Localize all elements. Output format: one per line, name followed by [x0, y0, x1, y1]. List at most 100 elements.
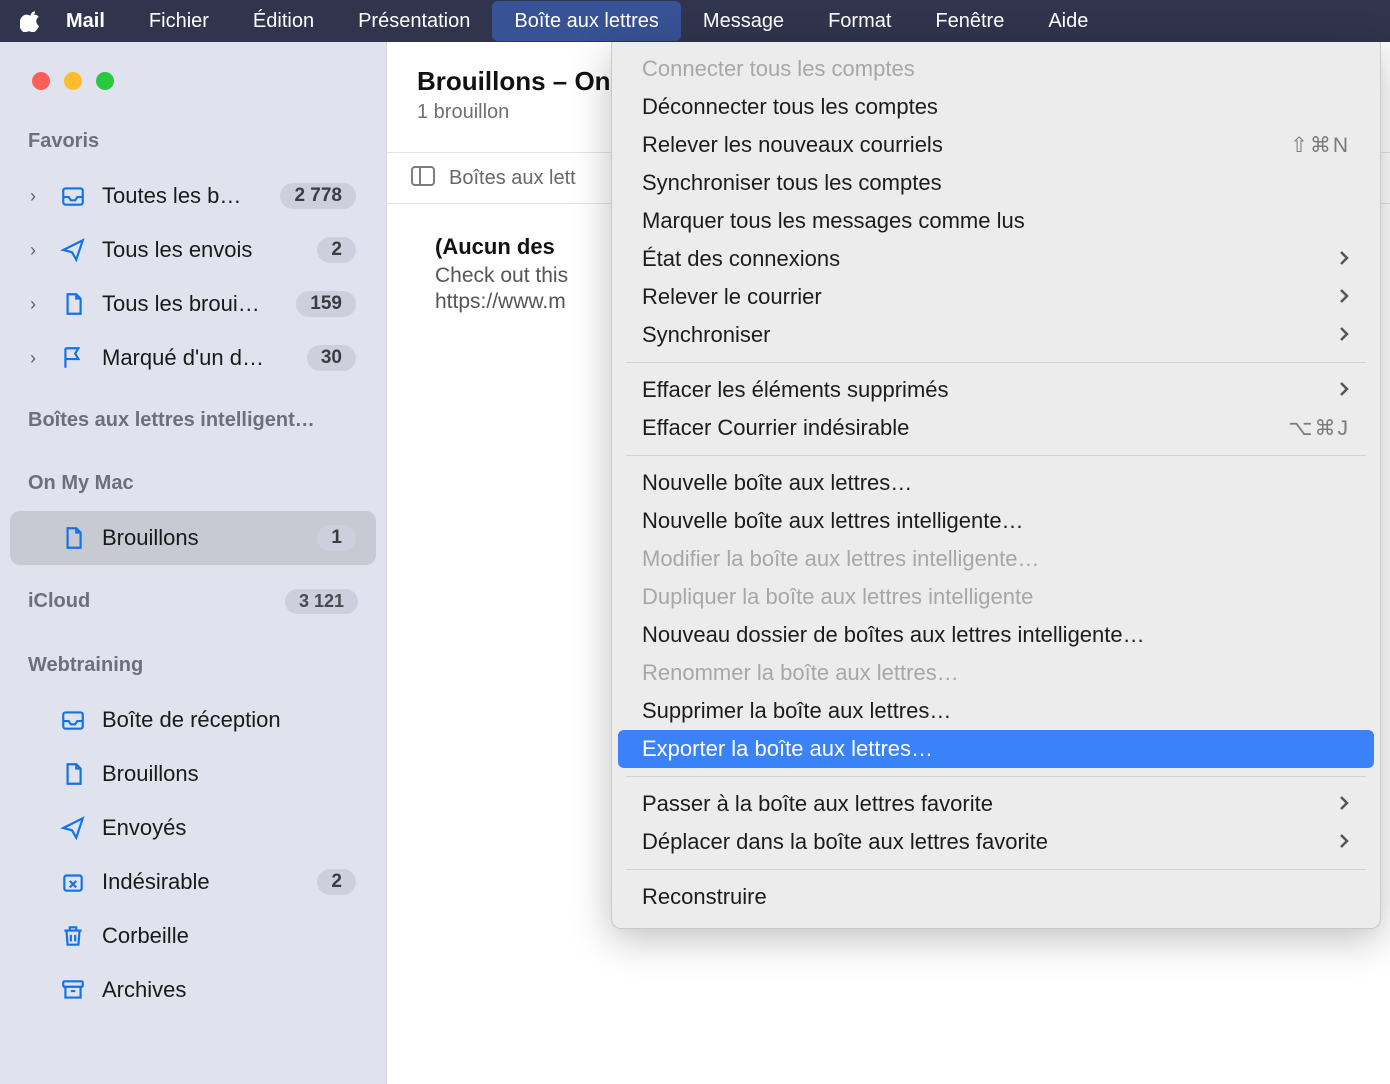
menu-separator — [626, 869, 1366, 870]
menu-separator — [626, 362, 1366, 363]
sidebar-item-label: Indésirable — [102, 869, 303, 895]
menu-item[interactable]: Effacer les éléments supprimés — [618, 371, 1374, 409]
menu-item[interactable]: État des connexions — [618, 240, 1374, 278]
sidebar-item-trash[interactable]: Corbeille — [10, 909, 376, 963]
menu-separator — [626, 776, 1366, 777]
window-controls — [0, 72, 386, 130]
menu-item-label: Passer à la boîte aux lettres favorite — [642, 791, 993, 817]
menu-item: Modifier la boîte aux lettres intelligen… — [618, 540, 1374, 578]
menu-item[interactable]: Relever le courrier — [618, 278, 1374, 316]
menu-item-label: Synchroniser tous les comptes — [642, 170, 942, 196]
chevron-right-icon: › — [30, 240, 44, 261]
menu-boite-aux-lettres[interactable]: Boîte aux lettres — [492, 1, 681, 41]
draft-icon — [58, 291, 88, 317]
menu-item[interactable]: Nouvelle boîte aux lettres… — [618, 464, 1374, 502]
menu-item-label: Déconnecter tous les comptes — [642, 94, 938, 120]
mailbox-menu-dropdown: Connecter tous les comptes Déconnecter to… — [611, 42, 1381, 929]
chevron-right-icon — [1338, 829, 1350, 855]
menu-item[interactable]: Supprimer la boîte aux lettres… — [618, 692, 1374, 730]
sent-icon — [58, 237, 88, 263]
menu-item-label: Modifier la boîte aux lettres intelligen… — [642, 546, 1039, 572]
favorites-header: Favoris — [0, 130, 386, 169]
menu-item-label: Effacer Courrier indésirable — [642, 415, 909, 441]
draft-icon — [58, 525, 88, 551]
menu-message[interactable]: Message — [681, 1, 806, 41]
chevron-right-icon — [1338, 377, 1350, 403]
menu-item[interactable]: Nouvelle boîte aux lettres intelligente… — [618, 502, 1374, 540]
chevron-right-icon — [1338, 791, 1350, 817]
sidebar-item-flagged[interactable]: › Marqué d'un d… 30 — [10, 331, 376, 385]
menu-presentation[interactable]: Présentation — [336, 1, 492, 41]
inbox-icon — [58, 707, 88, 733]
sidebar-toggle-icon[interactable] — [411, 166, 435, 191]
count-badge: 3 121 — [285, 589, 358, 614]
chevron-right-icon: › — [30, 348, 44, 369]
sidebar-item-inbox[interactable]: Boîte de réception — [10, 693, 376, 747]
menu-item[interactable]: Déplacer dans la boîte aux lettres favor… — [618, 823, 1374, 861]
sidebar-item-label: Envoyés — [102, 815, 356, 841]
menu-aide[interactable]: Aide — [1026, 1, 1110, 41]
menu-item[interactable]: Relever les nouveaux courriels⇧⌘N — [618, 126, 1374, 164]
menu-item: Dupliquer la boîte aux lettres intellige… — [618, 578, 1374, 616]
menu-item-label: Relever les nouveaux courriels — [642, 132, 943, 158]
menu-item[interactable]: Exporter la boîte aux lettres… — [618, 730, 1374, 768]
chevron-right-icon — [1338, 246, 1350, 272]
menu-item-label: Connecter tous les comptes — [642, 56, 915, 82]
chevron-right-icon: › — [30, 294, 44, 315]
icloud-label: iCloud — [28, 590, 90, 613]
chevron-right-icon — [1338, 322, 1350, 348]
menu-item: Connecter tous les comptes — [618, 50, 1374, 88]
menu-item[interactable]: Synchroniser — [618, 316, 1374, 354]
sidebar-item-label: Tous les broui… — [102, 291, 282, 317]
menu-fenetre[interactable]: Fenêtre — [913, 1, 1026, 41]
sidebar: Favoris › Toutes les b… 2 778 › Tous les… — [0, 42, 386, 1084]
sidebar-item-archive[interactable]: Archives — [10, 963, 376, 1017]
sidebar-item-drafts-local[interactable]: Brouillons 1 — [10, 511, 376, 565]
menu-item[interactable]: Marquer tous les messages comme lus — [618, 202, 1374, 240]
menu-item-label: Nouveau dossier de boîtes aux lettres in… — [642, 622, 1145, 648]
count-badge: 2 — [317, 237, 356, 263]
chevron-right-icon: › — [30, 186, 44, 207]
smart-mailboxes-header: Boîtes aux lettres intelligent… — [0, 409, 386, 448]
menu-item[interactable]: Synchroniser tous les comptes — [618, 164, 1374, 202]
menu-item-label: Exporter la boîte aux lettres… — [642, 736, 933, 762]
menu-item-label: Déplacer dans la boîte aux lettres favor… — [642, 829, 1048, 855]
menu-item[interactable]: Reconstruire — [618, 878, 1374, 916]
menu-item-label: Renommer la boîte aux lettres… — [642, 660, 959, 686]
sidebar-item-sent[interactable]: Envoyés — [10, 801, 376, 855]
menu-edition[interactable]: Édition — [231, 1, 336, 41]
menu-app[interactable]: Mail — [66, 1, 127, 41]
sidebar-item-label: Brouillons — [102, 525, 303, 551]
webtraining-header: Webtraining — [0, 654, 386, 693]
sidebar-item-junk[interactable]: Indésirable 2 — [10, 855, 376, 909]
apple-logo-icon[interactable] — [20, 10, 42, 32]
menu-item: Renommer la boîte aux lettres… — [618, 654, 1374, 692]
menu-item-label: Relever le courrier — [642, 284, 822, 310]
menu-format[interactable]: Format — [806, 1, 913, 41]
close-window-icon[interactable] — [32, 72, 50, 90]
menubar: Mail Fichier Édition Présentation Boîte … — [0, 0, 1390, 42]
menu-item[interactable]: Nouveau dossier de boîtes aux lettres in… — [618, 616, 1374, 654]
sidebar-item-drafts[interactable]: Brouillons — [10, 747, 376, 801]
sidebar-item-label: Marqué d'un d… — [102, 345, 293, 371]
menu-item[interactable]: Effacer Courrier indésirable⌥⌘J — [618, 409, 1374, 447]
menu-separator — [626, 455, 1366, 456]
onmymac-header: On My Mac — [0, 472, 386, 511]
sent-icon — [58, 815, 88, 841]
sidebar-item-all-inboxes[interactable]: › Toutes les b… 2 778 — [10, 169, 376, 223]
count-badge: 30 — [307, 345, 356, 371]
fullscreen-window-icon[interactable] — [96, 72, 114, 90]
count-badge: 1 — [317, 525, 356, 551]
menu-item[interactable]: Déconnecter tous les comptes — [618, 88, 1374, 126]
sidebar-item-label: Tous les envois — [102, 237, 303, 263]
sidebar-item-all-sent[interactable]: › Tous les envois 2 — [10, 223, 376, 277]
chevron-right-icon — [1338, 284, 1350, 310]
trash-icon — [58, 923, 88, 949]
sidebar-item-all-drafts[interactable]: › Tous les broui… 159 — [10, 277, 376, 331]
icloud-header[interactable]: iCloud 3 121 — [0, 589, 386, 630]
minimize-window-icon[interactable] — [64, 72, 82, 90]
breadcrumb-text: Boîtes aux lett — [449, 167, 576, 190]
menu-item[interactable]: Passer à la boîte aux lettres favorite — [618, 785, 1374, 823]
draft-icon — [58, 761, 88, 787]
menu-fichier[interactable]: Fichier — [127, 1, 231, 41]
